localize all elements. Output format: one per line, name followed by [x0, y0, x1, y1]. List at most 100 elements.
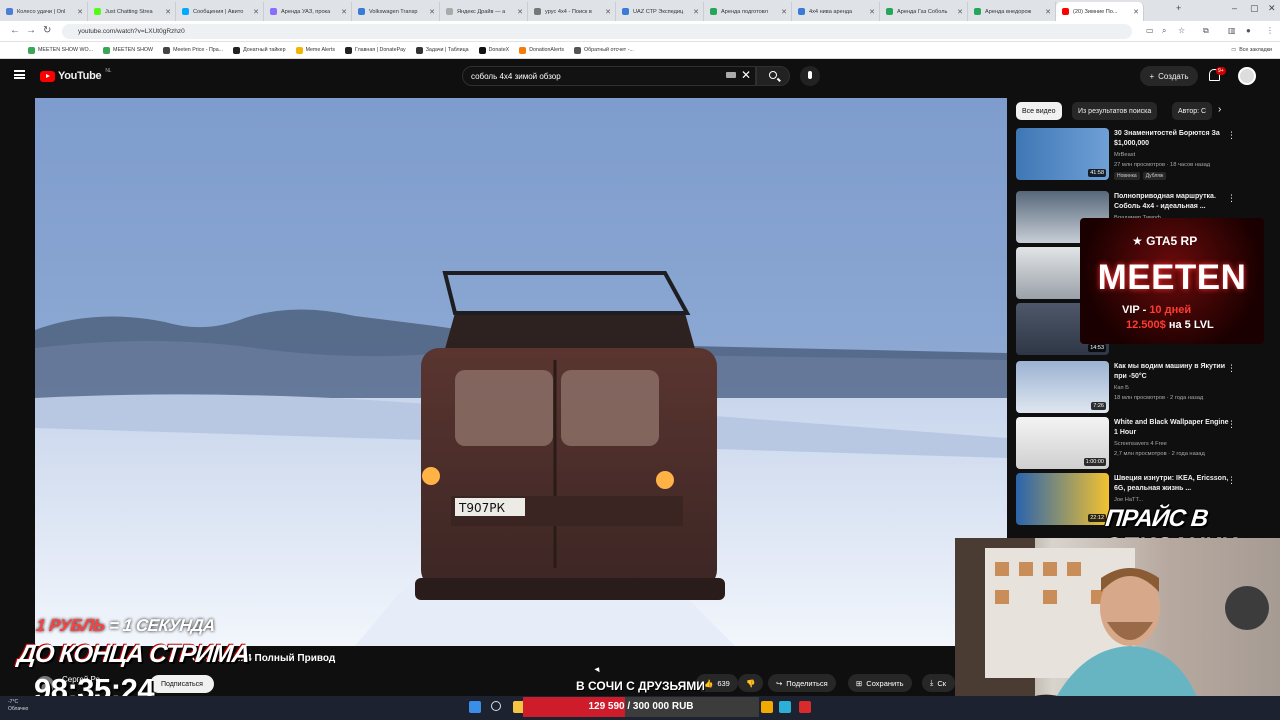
extensions-icon[interactable]: ⧉	[1203, 26, 1209, 36]
bookmark-item[interactable]: Главная | DonatePay	[345, 46, 406, 54]
close-tab-icon[interactable]: ✕	[77, 8, 83, 16]
windows-start-icon[interactable]	[469, 701, 481, 713]
tab-title: Аренда подготовл	[721, 8, 768, 15]
browser-tab[interactable]: Аренда подготовл ✕	[704, 2, 792, 21]
close-tab-icon[interactable]: ✕	[869, 8, 875, 16]
bookmark-item[interactable]: Meme Alerts	[295, 46, 335, 54]
create-button[interactable]: + Создать	[1140, 66, 1198, 86]
more-actions-icon[interactable]: ⋮	[1227, 419, 1236, 430]
close-tab-icon[interactable]: ✕	[341, 8, 347, 16]
taskbar-app-icon[interactable]	[761, 701, 773, 713]
browser-tab[interactable]: Аренда внедорож ✕	[968, 2, 1056, 21]
video-thumbnail[interactable]: 1:00:00	[1016, 417, 1109, 469]
reload-icon[interactable]: ↻	[43, 25, 51, 36]
more-actions-icon[interactable]: ⋮	[1227, 130, 1236, 141]
recommendation-item[interactable]: 7:26 Как мы водим машину в Якутии при -5…	[1016, 361, 1242, 415]
download-button[interactable]: ⤓ Ск	[922, 674, 955, 692]
tab-favicon-icon	[710, 8, 717, 15]
voice-search-button[interactable]	[800, 66, 820, 86]
maximize-icon[interactable]: ▢	[1250, 3, 1259, 14]
forward-icon[interactable]: →	[26, 25, 36, 36]
youtube-logo[interactable]: YouTube NL	[40, 68, 111, 82]
all-bookmarks-folder[interactable]: ▭ Все закладки	[1231, 47, 1272, 53]
browser-tab[interactable]: Сообщения | Авито ✕	[176, 2, 264, 21]
bookmark-item[interactable]: MEETEN SHOW WO...	[28, 46, 93, 54]
video-frame-winter-van: Т907РК	[35, 271, 1007, 646]
browser-tab[interactable]: 4х4 нива аренда ✕	[792, 2, 880, 21]
search-button[interactable]	[756, 66, 790, 86]
browser-tab[interactable]: Колесо удачи | Onl ✕	[0, 2, 88, 21]
hamburger-menu-icon[interactable]	[14, 70, 25, 79]
save-button[interactable]: ⊞ Сохранить	[848, 674, 912, 692]
close-tab-icon[interactable]: ✕	[781, 8, 787, 16]
bookmark-favicon-icon	[233, 46, 241, 54]
new-tab-icon[interactable]: +	[1176, 3, 1181, 13]
bookmark-item[interactable]: Meeten Price - Пра...	[163, 46, 223, 54]
close-tab-icon[interactable]: ✕	[957, 8, 963, 16]
create-label: Создать	[1158, 71, 1189, 81]
close-tab-icon[interactable]: ✕	[517, 8, 523, 16]
bookmark-item[interactable]: Обратный отсчет -...	[573, 46, 634, 54]
taskbar-app-icon[interactable]	[779, 701, 791, 713]
close-tab-icon[interactable]: ✕	[1045, 8, 1051, 16]
bookmark-item[interactable]: Донатный тайкер	[233, 46, 286, 54]
minimize-icon[interactable]: –	[1232, 3, 1237, 13]
bookmark-item[interactable]: DonateX	[478, 46, 509, 54]
zoom-icon[interactable]: ⌕	[1162, 26, 1166, 36]
subscribe-button[interactable]: Подписаться	[150, 675, 214, 693]
bookmark-item[interactable]: Задачи | Таблица	[415, 46, 469, 54]
address-bar[interactable]: youtube.com/watch?v=LXUt0gRzhz0	[62, 24, 1132, 39]
bookmark-favicon-icon	[415, 46, 423, 54]
video-thumbnail[interactable]: 7:26	[1016, 361, 1109, 413]
dislike-button[interactable]: 👎	[738, 674, 764, 692]
taskbar-search-icon[interactable]	[491, 701, 501, 711]
chip-author[interactable]: Автор: С	[1172, 102, 1212, 120]
bookmark-favicon-icon	[103, 46, 111, 54]
close-window-icon[interactable]: ✕	[1268, 3, 1276, 14]
bookmark-favicon-icon	[573, 46, 581, 54]
close-tab-icon[interactable]: ✕	[429, 8, 435, 16]
close-tab-icon[interactable]: ✕	[1133, 8, 1139, 16]
keyboard-icon[interactable]	[726, 72, 736, 78]
more-actions-icon[interactable]: ⋮	[1227, 475, 1236, 486]
bookmark-item[interactable]: MEETEN SHOW	[103, 46, 153, 54]
close-tab-icon[interactable]: ✕	[165, 8, 171, 16]
search-input[interactable]: соболь 4х4 зимой обзор	[462, 66, 756, 86]
profile-icon[interactable]: ●	[1246, 26, 1251, 35]
sidebar-icon[interactable]: ▥	[1228, 26, 1236, 35]
account-avatar[interactable]	[1238, 67, 1256, 85]
chip-all-videos[interactable]: Все видео	[1016, 102, 1062, 120]
video-thumbnail[interactable]: 41:58	[1016, 128, 1109, 180]
share-button[interactable]: ↪ Поделиться	[768, 674, 836, 692]
close-tab-icon[interactable]: ✕	[605, 8, 611, 16]
browser-tab[interactable]: Аренда УАЗ, прока ✕	[264, 2, 352, 21]
search-icon	[769, 71, 777, 79]
bookmark-star-icon[interactable]: ☆	[1178, 26, 1185, 35]
taskbar-app-icon[interactable]	[799, 701, 811, 713]
weather-widget[interactable]: -7°C Облачно	[8, 699, 28, 713]
close-tab-icon[interactable]: ✕	[693, 8, 699, 16]
browser-tab[interactable]: Яндекс Драйв — а ✕	[440, 2, 528, 21]
more-actions-icon[interactable]: ⋮	[1227, 193, 1236, 204]
browser-tab[interactable]: Volkswagen Transp ✕	[352, 2, 440, 21]
cast-icon[interactable]: ▭	[1146, 26, 1154, 35]
browser-tab[interactable]: урус 4х4 - Поиск в ✕	[528, 2, 616, 21]
clear-search-icon[interactable]: ✕	[741, 68, 751, 82]
video-player[interactable]: Т907РК	[35, 98, 1007, 646]
browser-menu-icon[interactable]: ⋮	[1266, 26, 1274, 35]
tab-favicon-icon	[94, 8, 101, 15]
back-icon[interactable]: ←	[10, 25, 20, 36]
tab-favicon-icon	[358, 8, 365, 15]
chevron-right-icon[interactable]: ›	[1218, 104, 1221, 115]
browser-tab[interactable]: Just Chatting Strea ✕	[88, 2, 176, 21]
close-tab-icon[interactable]: ✕	[253, 8, 259, 16]
more-actions-icon[interactable]: ⋮	[1227, 363, 1236, 374]
browser-tab-active[interactable]: (20) Зимние По... ✕	[1056, 2, 1144, 21]
browser-tab[interactable]: Аренда Газ Соболь ✕	[880, 2, 968, 21]
chip-search-results[interactable]: Из результатов поиска	[1072, 102, 1158, 120]
video-thumbnail[interactable]: 22:12	[1016, 473, 1109, 525]
browser-tab[interactable]: UAZ СТР Экспедиц ✕	[616, 2, 704, 21]
recommendation-item[interactable]: 41:58 30 Знаменитостей Борются За $1,000…	[1016, 128, 1242, 182]
recommendation-item[interactable]: 1:00:00 White and Black Wallpaper Engine…	[1016, 417, 1242, 471]
bookmark-item[interactable]: DonationAlerts	[519, 46, 564, 54]
